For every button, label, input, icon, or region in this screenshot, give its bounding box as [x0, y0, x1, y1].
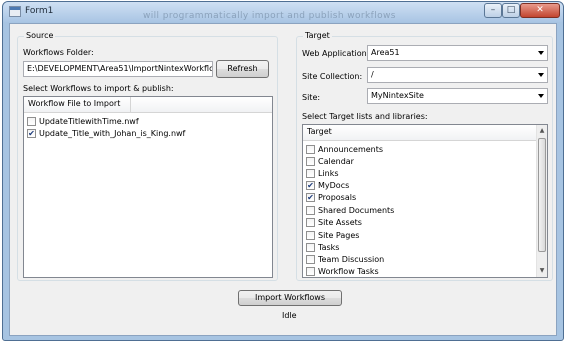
select-workflows-label: Select Workflows to import & publish: — [23, 84, 174, 93]
target-list-name: Links — [318, 169, 339, 178]
site-collection-label: Site Collection: — [302, 72, 363, 81]
close-button[interactable]: ✕ — [520, 3, 560, 18]
target-checkbox[interactable] — [306, 267, 315, 276]
target-checkbox[interactable]: ✔ — [306, 181, 315, 190]
target-group: Target Web Application: Area51 Site Coll… — [296, 31, 553, 281]
site-label: Site: — [302, 93, 321, 102]
select-target-lists-label: Select Target lists and libraries: — [302, 112, 428, 121]
workflow-file-list[interactable]: Workflow File to Import UpdateTitlewithT… — [23, 96, 273, 278]
target-list-name: Team Discussion — [318, 255, 385, 264]
target-checkbox[interactable] — [306, 145, 315, 154]
target-checkbox[interactable] — [306, 157, 315, 166]
target-list-name: Proposals — [318, 193, 357, 202]
target-checkbox[interactable] — [306, 255, 315, 264]
workflow-file-column-header[interactable]: Workflow File to Import — [24, 97, 131, 112]
site-collection-value: / — [371, 70, 374, 79]
workflows-folder-label: Workflows Folder: — [23, 48, 94, 57]
status-label: Idle — [282, 311, 297, 320]
target-list-name: Shared Documents — [318, 206, 395, 215]
target-list-name: Workflow Tasks — [318, 267, 379, 276]
site-dropdown[interactable]: MyNintexSite — [367, 88, 548, 104]
workflow-name: UpdateTitlewithTime.nwf — [39, 117, 139, 126]
title-bar[interactable]: Form1 will programmatically import and p… — [3, 2, 563, 22]
web-application-label: Web Application: — [302, 49, 370, 58]
target-list-name: Announcements — [318, 145, 384, 154]
form-client-area: Source Workflows Folder: E:\DEVELOPMENT\… — [9, 23, 557, 336]
target-column-header[interactable]: Target — [303, 125, 538, 140]
target-list-name: Tasks — [318, 243, 340, 252]
workflow-checkbox[interactable] — [27, 117, 36, 126]
chevron-down-icon — [538, 51, 544, 55]
target-group-label: Target — [303, 31, 332, 40]
target-list-name: Site Assets — [318, 218, 362, 227]
target-list[interactable]: Target Announcements Calendar Links ✔ MyD… — [302, 124, 548, 278]
background-caption: will programmatically import and publish… — [143, 11, 396, 21]
minimize-button[interactable]: – — [484, 3, 502, 18]
target-checkbox[interactable] — [306, 231, 315, 240]
window-title: Form1 — [25, 6, 54, 16]
scrollbar-thumb[interactable] — [538, 138, 546, 252]
target-list-name: Site Pages — [318, 231, 360, 240]
target-list-name: MyDocs — [318, 181, 350, 190]
target-checkbox[interactable] — [306, 243, 315, 252]
source-group: Source Workflows Folder: E:\DEVELOPMENT\… — [17, 31, 278, 281]
form-icon — [9, 6, 21, 17]
site-value: MyNintexSite — [371, 91, 424, 100]
target-list-scrollbar[interactable]: ▲ ▼ — [536, 125, 547, 277]
scroll-down-arrow-icon[interactable]: ▼ — [537, 265, 547, 277]
source-group-label: Source — [24, 31, 56, 40]
refresh-button[interactable]: Refresh — [216, 60, 269, 78]
import-workflows-button[interactable]: Import Workflows — [238, 290, 342, 306]
target-checkbox[interactable]: ✔ — [306, 193, 315, 202]
chevron-down-icon — [538, 94, 544, 98]
form-window: Form1 will programmatically import and p… — [2, 1, 564, 341]
workflow-checkbox[interactable]: ✔ — [27, 129, 36, 138]
target-list-name: Calendar — [318, 157, 354, 166]
target-list-header: Target — [303, 125, 536, 141]
maximize-button[interactable]: □ — [502, 3, 520, 18]
web-application-value: Area51 — [371, 48, 400, 57]
target-checkbox[interactable] — [306, 169, 315, 178]
workflow-name: Update_Title_with_Johan_is_King.nwf — [39, 129, 186, 138]
workflow-list-header: Workflow File to Import — [24, 97, 272, 113]
target-checkbox[interactable] — [306, 218, 315, 227]
site-collection-dropdown[interactable]: / — [367, 67, 548, 83]
web-application-dropdown[interactable]: Area51 — [367, 45, 548, 61]
scroll-up-arrow-icon[interactable]: ▲ — [537, 125, 547, 137]
chevron-down-icon — [538, 73, 544, 77]
target-checkbox[interactable] — [306, 206, 315, 215]
workflows-folder-input[interactable]: E:\DEVELOPMENT\Area51\ImportNintexWorkfl… — [23, 61, 213, 77]
